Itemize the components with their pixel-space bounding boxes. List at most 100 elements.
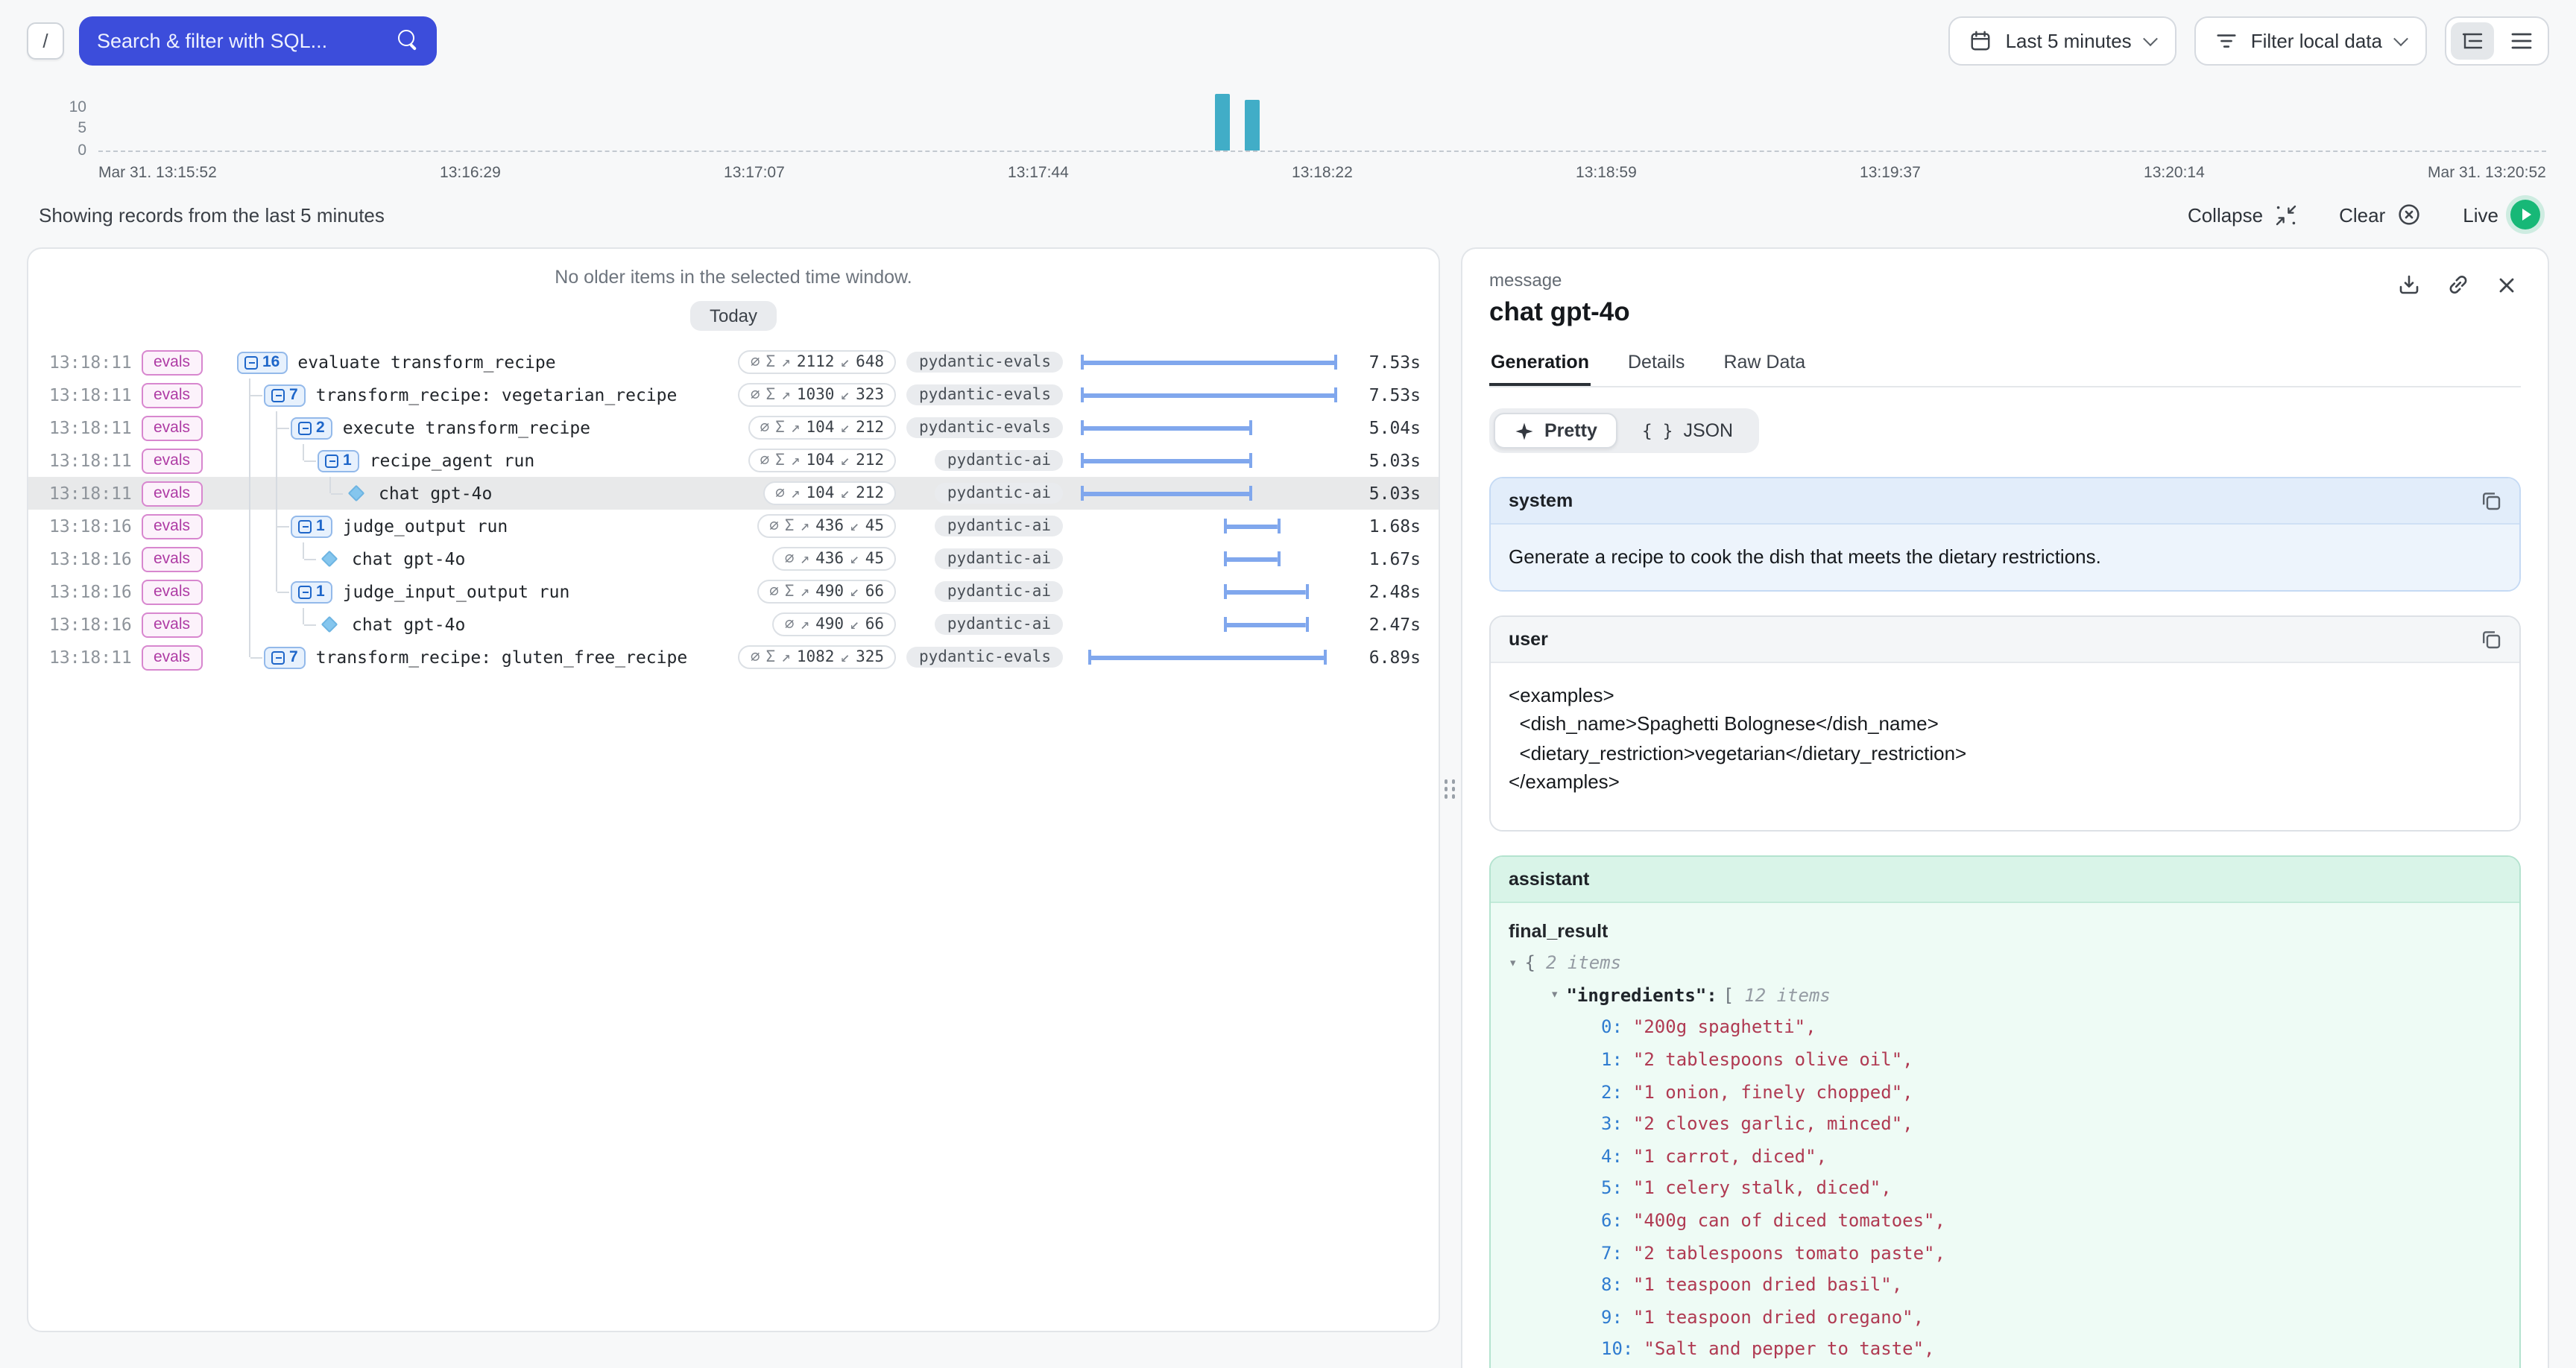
json-array-index: 8: [1601, 1274, 1623, 1295]
histogram-bar[interactable] [1246, 100, 1260, 151]
copy-icon[interactable] [2481, 490, 2501, 511]
collapse-toggle[interactable]: 16 [237, 351, 287, 373]
collapse-minus-icon [298, 585, 312, 598]
span-name: transform_recipe: vegetarian_recipe [316, 384, 678, 405]
collapse-minus-icon [244, 355, 258, 369]
json-label: JSON [1683, 420, 1733, 441]
tree-view-button[interactable] [2451, 22, 2494, 59]
package-badge: pydantic-evals [907, 352, 1063, 373]
output-tokens-arrow-icon: ↙ [840, 648, 850, 666]
topbar-right-controls: Last 5 minutes Filter local data [1949, 16, 2549, 65]
trace-row-tree: chat gpt-4o [237, 542, 690, 575]
export-icon[interactable] [2397, 273, 2421, 297]
evals-tag-badge: evals [142, 350, 202, 376]
panel-splitter[interactable] [1440, 247, 1461, 1332]
tab-details[interactable]: Details [1626, 352, 1686, 386]
output-tokens-arrow-icon: ↙ [840, 452, 850, 469]
status-actions: Collapse Clear Live [2188, 200, 2540, 229]
flat-list-view-button[interactable] [2500, 22, 2543, 59]
trace-row[interactable]: 13:18:16evalschat gpt-4o∅↗490↙66pydantic… [28, 608, 1439, 641]
output-tokens-value: 66 [865, 583, 884, 601]
details-header-actions [2397, 273, 2518, 297]
trace-tree-panel: No older items in the selected time wind… [27, 247, 1440, 1332]
span-name: chat gpt-4o [352, 548, 465, 569]
collapse-toggle[interactable]: 7 [264, 384, 306, 406]
collapse-toggle[interactable]: 2 [291, 417, 332, 439]
json-array-item: 1:"2 tablespoons olive oil", [1509, 1045, 2501, 1077]
y-axis-tick: 0 [78, 142, 86, 158]
trace-row[interactable]: 13:18:11evalschat gpt-4o∅↗104↙212pydanti… [28, 477, 1439, 510]
duration-text: 5.04s [1337, 417, 1421, 438]
package-badge: pydantic-evals [907, 647, 1063, 668]
sigma-icon: Σ [775, 419, 785, 437]
sigma-icon: Σ [766, 386, 776, 404]
x-axis-tick: 13:19:37 [1860, 164, 1921, 182]
tab-generation[interactable]: Generation [1489, 352, 1591, 386]
trace-row-tree: 2execute transform_recipe [237, 411, 690, 444]
span-name: recipe_agent run [370, 450, 535, 471]
trace-row[interactable]: 13:18:11evals7transform_recipe: vegetari… [28, 379, 1439, 411]
showing-records-text: Showing records from the last 5 minutes [39, 203, 385, 226]
live-button[interactable]: Live [2463, 200, 2540, 229]
json-string-value: "2 tablespoons tomato paste", [1633, 1242, 1945, 1263]
collapse-minus-icon [298, 421, 312, 434]
duration-bar [1081, 453, 1337, 468]
input-tokens-arrow-icon: ↗ [781, 386, 791, 404]
clear-button[interactable]: Clear [2339, 203, 2421, 227]
chart-plot [98, 94, 2546, 152]
output-tokens-value: 648 [856, 353, 884, 371]
close-icon[interactable] [2496, 273, 2518, 296]
json-toggle-button[interactable]: { } JSON [1621, 413, 1754, 449]
sigma-icon: Σ [766, 648, 776, 666]
trace-row[interactable]: 13:18:11evals1recipe_agent run∅Σ↗104↙212… [28, 444, 1439, 477]
trace-row[interactable]: 13:18:16evalschat gpt-4o∅↗436↙45pydantic… [28, 542, 1439, 575]
copy-link-icon[interactable] [2446, 273, 2470, 297]
span-leaf-icon [348, 485, 365, 502]
child-span-count: 16 [262, 353, 280, 371]
package-badge: pydantic-ai [935, 548, 1063, 569]
input-tokens-arrow-icon: ↗ [791, 484, 801, 502]
filter-local-data-button[interactable]: Filter local data [2194, 16, 2427, 65]
collapse-toggle[interactable]: 1 [291, 580, 332, 603]
input-tokens-value: 104 [806, 484, 834, 502]
collapse-toggle[interactable]: 7 [264, 646, 306, 668]
span-leaf-icon [321, 616, 338, 633]
input-tokens-value: 490 [815, 583, 844, 601]
evals-tag-badge: evals [142, 580, 202, 605]
x-axis-tick: Mar 31. 13:20:52 [2428, 164, 2546, 182]
collapse-toggle[interactable]: 1 [318, 449, 359, 472]
span-leaf-icon [321, 551, 338, 568]
today-pill[interactable]: Today [690, 301, 777, 331]
caret-down-icon[interactable]: ▾ [1550, 983, 1559, 1008]
trace-row[interactable]: 13:18:16evals1judge_input_output run∅Σ↗4… [28, 575, 1439, 608]
token-usage-badge: ∅Σ↗2112↙648 [739, 350, 896, 374]
duration-bar [1081, 650, 1337, 665]
json-array-index: 4: [1601, 1146, 1623, 1167]
token-usage-badge: ∅↗436↙45 [773, 547, 896, 571]
json-ingredients-line: ▾"ingredients":[12 items [1509, 981, 2501, 1013]
input-tokens-value: 490 [815, 615, 844, 633]
collapse-button[interactable]: Collapse [2188, 203, 2297, 226]
json-array-item: 0:"200g spaghetti", [1509, 1013, 2501, 1045]
collapse-toggle[interactable]: 1 [291, 515, 332, 537]
json-array-item: 10:"Salt and pepper to taste", [1509, 1334, 2501, 1367]
copy-icon[interactable] [2481, 628, 2501, 649]
trace-row[interactable]: 13:18:11evals2execute transform_recipe∅Σ… [28, 411, 1439, 444]
tree-guide [291, 444, 318, 477]
trace-row[interactable]: 13:18:11evals7transform_recipe: gluten_f… [28, 641, 1439, 674]
search-button[interactable]: Search & filter with SQL... [79, 16, 437, 65]
slash-shortcut-key[interactable]: / [27, 22, 64, 59]
tab-raw-data[interactable]: Raw Data [1722, 352, 1807, 386]
chart-y-axis: 1050 [42, 94, 86, 152]
caret-down-icon[interactable]: ▾ [1509, 951, 1517, 976]
tree-guide [264, 575, 291, 608]
output-tokens-arrow-icon: ↙ [850, 615, 859, 633]
span-name: chat gpt-4o [379, 483, 492, 504]
span-name: judge_output run [343, 516, 508, 536]
tree-guide [237, 608, 264, 641]
time-range-button[interactable]: Last 5 minutes [1949, 16, 2176, 65]
trace-row[interactable]: 13:18:16evals1judge_output run∅Σ↗436↙45p… [28, 510, 1439, 542]
histogram-bar[interactable] [1215, 94, 1230, 151]
trace-row[interactable]: 13:18:11evals16evaluate transform_recipe… [28, 346, 1439, 379]
pretty-toggle-button[interactable]: Pretty [1494, 413, 1618, 449]
